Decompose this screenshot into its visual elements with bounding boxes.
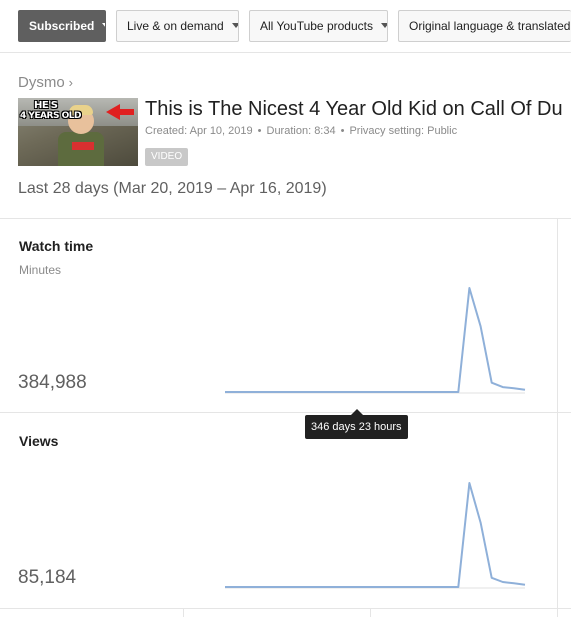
thumbnail-text-line1: HE'S bbox=[34, 100, 58, 111]
views-title: Views bbox=[19, 433, 59, 449]
video-thumbnail[interactable]: HE'S 4 YEARS OLD bbox=[18, 98, 138, 166]
breadcrumb-channel-link[interactable]: Dysmo bbox=[18, 74, 65, 91]
views-chart bbox=[225, 482, 526, 589]
chevron-right-icon: › bbox=[68, 75, 74, 90]
video-type-badge: VIDEO bbox=[145, 148, 189, 166]
filter-bar: Subscribed Live & on demand All YouTube … bbox=[0, 0, 571, 52]
filter-label: Original language & translated bbox=[409, 19, 571, 33]
filter-language[interactable]: Original language & translated bbox=[398, 10, 571, 42]
filter-subscribed[interactable]: Subscribed bbox=[18, 10, 106, 42]
filter-live-on-demand[interactable]: Live & on demand bbox=[116, 10, 239, 42]
watch-time-unit: Minutes bbox=[19, 263, 62, 277]
meta-separator: • bbox=[340, 125, 345, 137]
thumbnail-text-line2: 4 YEARS OLD bbox=[20, 111, 81, 121]
filter-label: Subscribed bbox=[29, 19, 95, 33]
video-meta: Created: Apr 10, 2019 • Duration: 8:34 • Pri… bbox=[145, 125, 457, 137]
watch-time-chart bbox=[225, 287, 526, 394]
meta-separator: • bbox=[257, 125, 262, 137]
filter-label: All YouTube products bbox=[260, 19, 373, 33]
filter-divider bbox=[0, 52, 571, 53]
bottom-tick bbox=[183, 608, 184, 617]
arrow-tail bbox=[118, 109, 134, 115]
video-privacy: Privacy setting: Public bbox=[349, 125, 458, 137]
views-value: 85,184 bbox=[18, 567, 77, 588]
column-divider bbox=[557, 218, 558, 617]
video-created: Created: Apr 10, 2019 bbox=[145, 125, 253, 137]
video-title[interactable]: This is The Nicest 4 Year Old Kid on Cal… bbox=[145, 98, 563, 121]
bottom-divider bbox=[0, 608, 571, 609]
caret-down-icon bbox=[102, 23, 105, 29]
thumbnail-patch bbox=[72, 142, 94, 150]
date-range: Last 28 days (Mar 20, 2019 – Apr 16, 201… bbox=[18, 180, 327, 197]
series-line bbox=[225, 482, 526, 588]
caret-down-icon bbox=[231, 23, 238, 29]
filter-label: Live & on demand bbox=[127, 19, 224, 33]
breadcrumb: Dysmo › bbox=[18, 74, 73, 91]
bottom-tick bbox=[370, 608, 371, 617]
watch-time-title: Watch time bbox=[19, 238, 94, 254]
section-divider bbox=[0, 218, 571, 219]
video-duration: Duration: 8:34 bbox=[266, 125, 336, 137]
caret-down-icon bbox=[380, 23, 387, 29]
card-divider bbox=[0, 412, 571, 413]
filter-youtube-products[interactable]: All YouTube products bbox=[249, 10, 388, 42]
tooltip: 346 days 23 hours bbox=[305, 415, 408, 439]
watch-time-value: 384,988 bbox=[18, 372, 87, 393]
series-line bbox=[225, 287, 526, 393]
